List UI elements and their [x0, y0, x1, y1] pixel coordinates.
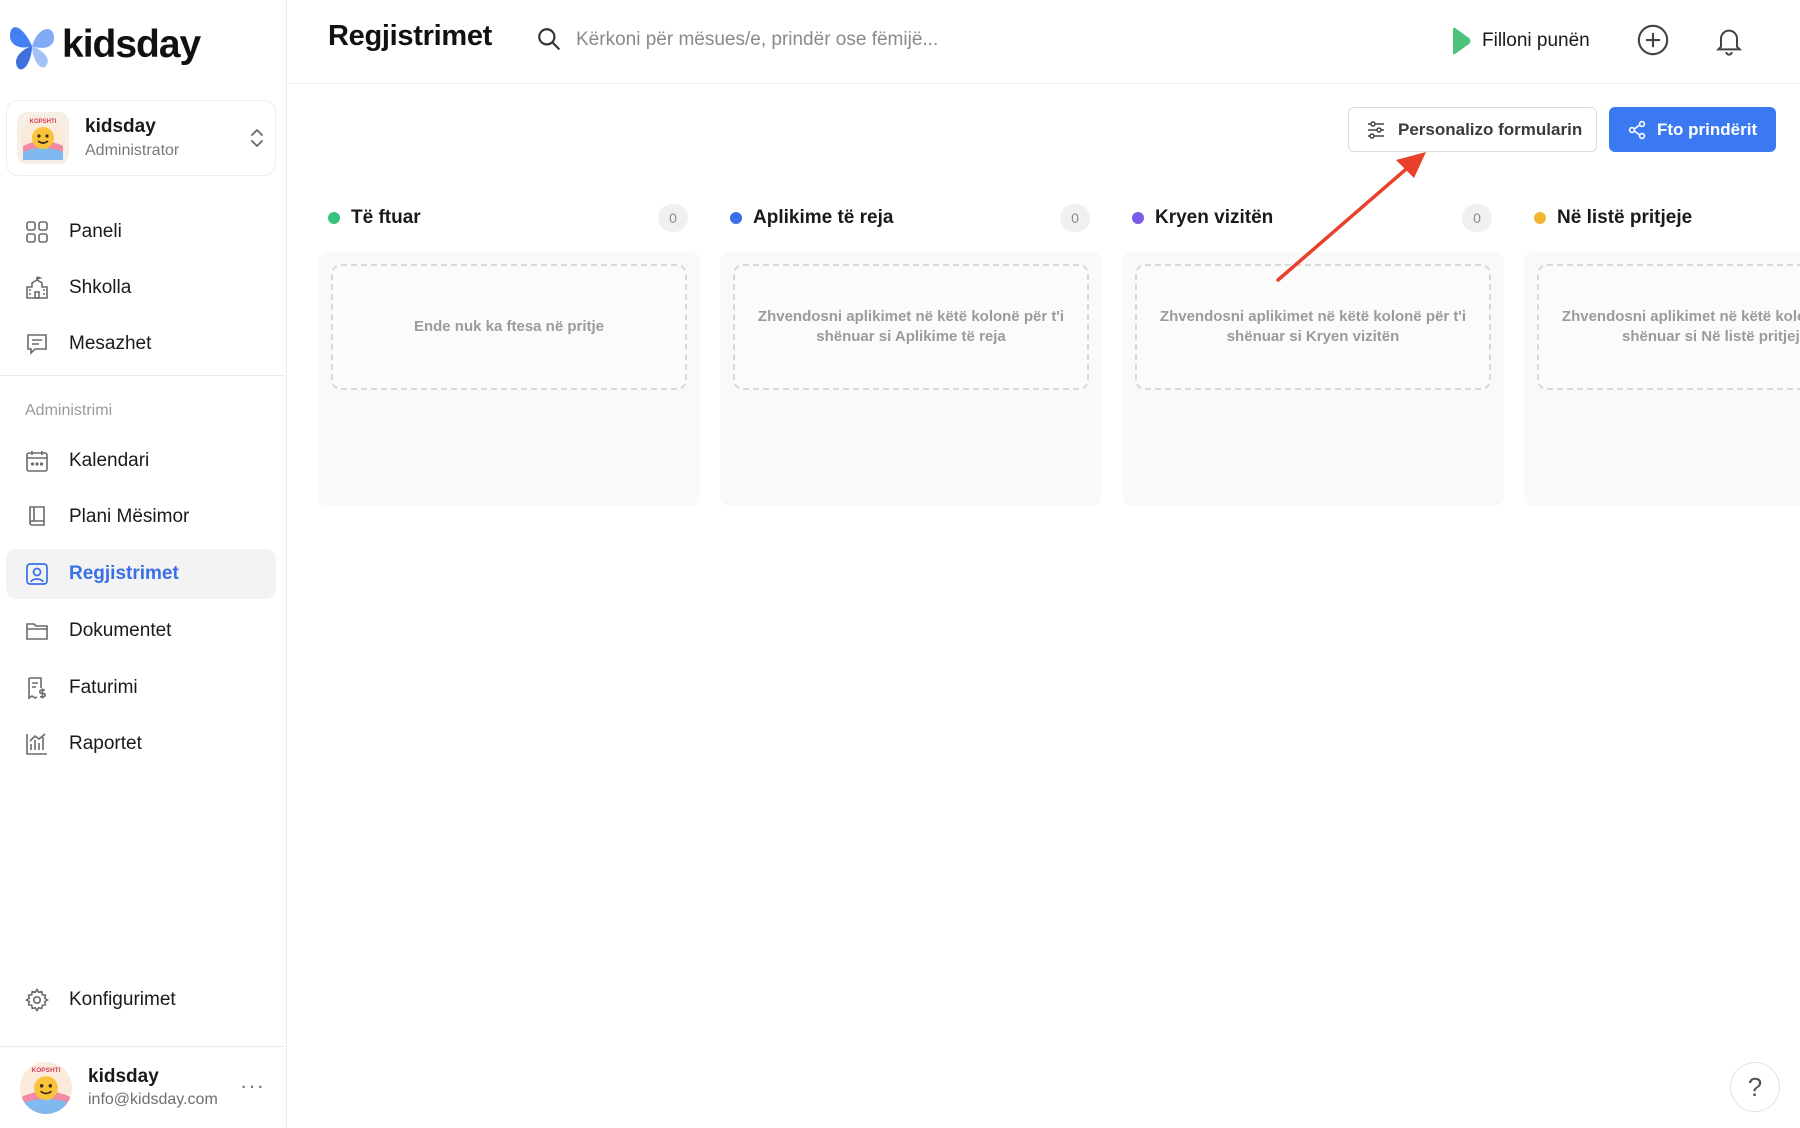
more-options-icon[interactable]: ···	[240, 1073, 265, 1099]
sun-logo-icon: KOPSHTI	[21, 116, 65, 160]
sun-logo-icon: KOPSHTI	[20, 1061, 72, 1114]
empty-state-text: Zhvendosni aplikimet në këtë kolonë për …	[757, 308, 1065, 345]
chevron-up-down-icon	[251, 129, 263, 147]
user-email: info@kidsday.com	[88, 1091, 218, 1108]
empty-state: Zhvendosni aplikimet në këtë kolonë për …	[733, 264, 1089, 390]
sidebar-item-label: Regjistrimet	[69, 563, 179, 584]
search-icon	[538, 28, 560, 50]
sidebar-item-label: Paneli	[69, 221, 122, 242]
sidebar-item-faturimi[interactable]: Faturimi	[6, 663, 276, 713]
sidebar-item-label: Shkolla	[69, 277, 132, 298]
workspace-role: Administrator	[85, 142, 180, 159]
brand-name: kidsday	[62, 23, 201, 66]
empty-state: Zhvendosni aplikimet në këtë kolonë për …	[1537, 264, 1800, 390]
column-dropzone[interactable]: Ende nuk ka ftesa në pritje	[318, 252, 700, 506]
invoice-icon	[24, 675, 50, 701]
brand-logo[interactable]: kidsday	[8, 18, 201, 72]
message-icon	[24, 331, 50, 357]
share-icon	[1628, 120, 1646, 139]
bar-chart-icon	[24, 731, 50, 757]
notifications-button[interactable]	[1709, 20, 1749, 60]
invite-parents-button[interactable]: Fto prindërit	[1609, 107, 1776, 152]
empty-state: Ende nuk ka ftesa në pritje	[331, 264, 687, 390]
customize-form-button[interactable]: Personalizo formularin	[1348, 107, 1597, 152]
empty-state: Zhvendosni aplikimet në këtë kolonë për …	[1135, 264, 1491, 390]
sidebar-item-label: Kalendari	[69, 450, 150, 471]
count-badge: 0	[658, 204, 688, 232]
column-title: Të ftuar	[351, 207, 421, 228]
sidebar-item-mesazhet[interactable]: Mesazhet	[6, 319, 276, 369]
avatar: KOPSHTI	[20, 1061, 72, 1114]
column-title: Aplikime të reja	[753, 207, 894, 228]
play-flag-icon	[1453, 27, 1471, 55]
sidebar-divider	[0, 375, 287, 376]
invite-parents-label: Fto prindërit	[1657, 119, 1758, 139]
sidebar-item-kalendari[interactable]: Kalendari	[6, 436, 276, 486]
workspace-name: kidsday	[85, 116, 156, 137]
sidebar-item-label: Mesazhet	[69, 333, 152, 354]
search-input[interactable]	[576, 22, 1096, 58]
start-work-label: Filloni punën	[1482, 30, 1590, 51]
sidebar: kidsday KOPSHTI kidsday Administrator Pa…	[0, 0, 287, 1128]
column-title: Në listë pritjeje	[1557, 207, 1693, 228]
sidebar-item-regjistrimet[interactable]: Regjistrimet	[6, 549, 276, 599]
column-header: Kryen vizitën 0	[1122, 200, 1504, 236]
column-header: Të ftuar 0	[318, 200, 700, 236]
status-dot	[328, 212, 340, 224]
plus-circle-icon	[1637, 24, 1669, 56]
status-dot	[730, 212, 742, 224]
bell-icon	[1715, 29, 1743, 56]
empty-state-text: Zhvendosni aplikimet në këtë kolonë për …	[1561, 308, 1800, 345]
board-column-aplikime-te-reja: Aplikime të reja 0 Zhvendosni aplikimet …	[720, 200, 1102, 506]
sidebar-item-paneli[interactable]: Paneli	[6, 207, 276, 257]
top-header: Regjistrimet Filloni punën	[288, 0, 1800, 84]
svg-text:KOPSHTI: KOPSHTI	[32, 1066, 61, 1073]
butterfly-logo-icon	[10, 27, 54, 70]
sidebar-item-shkolla[interactable]: Shkolla	[6, 263, 276, 313]
sidebar-item-raportet[interactable]: Raportet	[6, 719, 276, 769]
svg-text:KOPSHTI: KOPSHTI	[30, 119, 57, 125]
column-dropzone[interactable]: Zhvendosni aplikimet në këtë kolonë për …	[720, 252, 1102, 506]
sidebar-item-label: Dokumentet	[69, 620, 172, 641]
sidebar-item-konfigurimet[interactable]: Konfigurimet	[6, 975, 276, 1025]
board-column-te-ftuar: Të ftuar 0 Ende nuk ka ftesa në pritje	[318, 200, 700, 506]
sliders-icon	[1368, 120, 1384, 139]
calendar-icon	[24, 448, 50, 474]
grid-icon	[24, 219, 50, 245]
status-dot	[1132, 212, 1144, 224]
help-button[interactable]: ?	[1730, 1062, 1780, 1112]
board-column-kryen-viziten: Kryen vizitën 0 Zhvendosni aplikimet në …	[1122, 200, 1504, 506]
workspace-avatar: KOPSHTI	[17, 112, 69, 164]
school-icon	[24, 275, 50, 301]
folder-icon	[24, 618, 50, 644]
board-column-ne-liste-pritjeje: Në listë pritjeje Zhvendosni aplikimet n…	[1524, 200, 1800, 520]
user-card-icon	[24, 561, 50, 587]
sidebar-item-label: Plani Mësimor	[69, 506, 190, 527]
sidebar-item-label: Konfigurimet	[69, 989, 176, 1010]
status-dot	[1534, 212, 1546, 224]
empty-state-text: Ende nuk ka ftesa në pritje	[413, 318, 605, 335]
column-dropzone[interactable]: Zhvendosni aplikimet në këtë kolonë për …	[1122, 252, 1504, 506]
user-profile[interactable]: KOPSHTI kidsday info@kidsday.com ···	[0, 1046, 287, 1128]
empty-state-text: Zhvendosni aplikimet në këtë kolonë për …	[1159, 308, 1467, 345]
gear-icon	[24, 987, 50, 1013]
column-dropzone[interactable]: Zhvendosni aplikimet në këtë kolonë për …	[1524, 252, 1800, 506]
user-name: kidsday	[88, 1066, 159, 1087]
sidebar-item-label: Raportet	[69, 733, 142, 754]
book-icon	[24, 504, 50, 530]
section-label-administrimi: Administrimi	[25, 402, 113, 419]
customize-form-label: Personalizo formularin	[1398, 119, 1583, 139]
count-badge: 0	[1462, 204, 1492, 232]
workspace-switcher[interactable]: KOPSHTI kidsday Administrator	[6, 100, 276, 176]
column-header: Në listë pritjeje	[1524, 200, 1800, 236]
sidebar-item-dokumentet[interactable]: Dokumentet	[6, 606, 276, 656]
sidebar-item-label: Faturimi	[69, 677, 138, 698]
count-badge: 0	[1060, 204, 1090, 232]
start-work-button[interactable]: Filloni punën	[1450, 24, 1590, 58]
add-button[interactable]	[1633, 20, 1673, 60]
page-title: Regjistrimet	[328, 20, 492, 52]
sidebar-item-plani-mesimor[interactable]: Plani Mësimor	[6, 492, 276, 542]
column-title: Kryen vizitën	[1155, 207, 1274, 228]
column-header: Aplikime të reja 0	[720, 200, 1102, 236]
